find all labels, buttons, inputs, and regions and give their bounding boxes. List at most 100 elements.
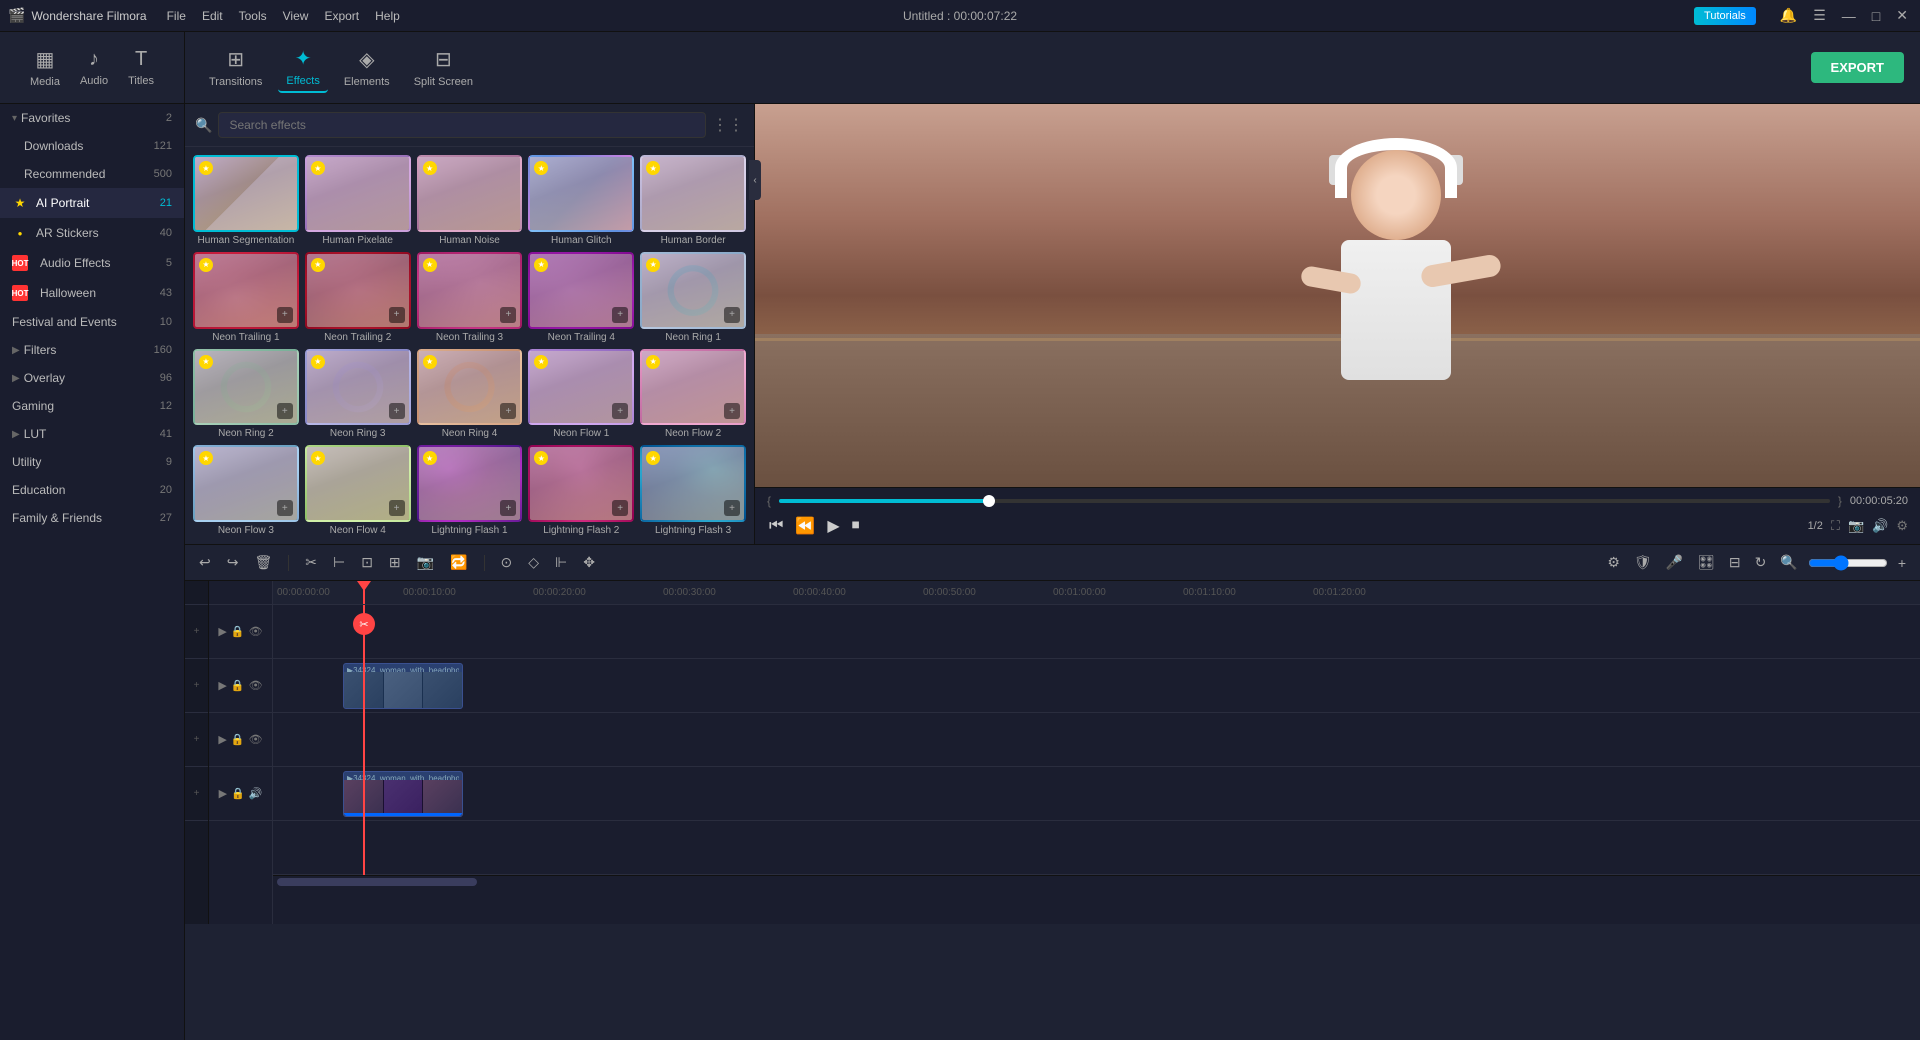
effect-item-12[interactable]: ★ + Neon Ring 3	[305, 349, 411, 440]
toolbar-audio[interactable]: ♪ Audio	[72, 44, 116, 91]
toolbar-transitions[interactable]: ⊞ Transitions	[201, 43, 270, 92]
toolbar-media[interactable]: ▦ Media	[22, 43, 68, 92]
collapse-panel-btn[interactable]: ‹	[749, 160, 761, 200]
track-3-eye-btn[interactable]: 👁	[249, 733, 263, 746]
horizontal-scrollbar[interactable]	[273, 875, 1920, 887]
timeline-clip-2[interactable]: ▶ 34324_woman_with_headpho	[343, 771, 463, 817]
sidebar-item-education[interactable]: Education 20	[0, 476, 184, 504]
sidebar-item-downloads[interactable]: Downloads 121	[0, 132, 184, 160]
effect-item-8[interactable]: ★ + Neon Trailing 3	[417, 252, 523, 343]
timeline-split-view-button[interactable]: ⊟	[1725, 552, 1745, 573]
effect-item-4[interactable]: ★ Human Glitch	[528, 155, 634, 246]
effect-item-15[interactable]: ★ + Neon Flow 2	[640, 349, 746, 440]
effect-item-17[interactable]: ★ + Neon Flow 4	[305, 445, 411, 536]
timeline-clip-1[interactable]: ▶ 34324_woman_with_headpho	[343, 663, 463, 709]
effect-item-2[interactable]: ★ Human Pixelate	[305, 155, 411, 246]
track-1-lock-btn[interactable]: 🔒	[231, 625, 245, 638]
effect-item-9[interactable]: ★ + Neon Trailing 4	[528, 252, 634, 343]
delete-button[interactable]: 🗑	[250, 552, 276, 573]
undo-button[interactable]: ↩	[195, 552, 215, 573]
sidebar-item-halloween[interactable]: HOT Halloween 43	[0, 278, 184, 308]
effect-item-10[interactable]: ★ + Neon Ring 1	[640, 252, 746, 343]
move-tool-button[interactable]: ✥	[579, 552, 599, 573]
timeline-zoom-slider[interactable]	[1808, 555, 1888, 571]
sidebar-item-ai-portrait[interactable]: ★ AI Portrait 21	[0, 188, 184, 218]
effect-item-5[interactable]: ★ Human Border	[640, 155, 746, 246]
toolbar-split-screen[interactable]: ⊟ Split Screen	[406, 43, 481, 92]
settings-icon[interactable]: ⚙	[1896, 518, 1908, 534]
timeline-zoom-button[interactable]: 🔍	[1776, 552, 1801, 573]
menu-view[interactable]: View	[283, 9, 309, 23]
timeline-mic-button[interactable]: 🎤	[1662, 552, 1687, 573]
volume-icon[interactable]: 🔊	[1872, 518, 1888, 534]
screenshot-icon[interactable]: 📷	[1848, 518, 1864, 534]
sidebar-item-lut[interactable]: ▶ LUT 41	[0, 420, 184, 448]
effect-item-1[interactable]: ★ Human Segmentation	[193, 155, 299, 246]
split-button[interactable]: ⊢	[329, 552, 349, 573]
redo-button[interactable]: ↪	[223, 552, 243, 573]
track-1-eye-btn[interactable]: 👁	[249, 625, 263, 638]
track-3-video-btn[interactable]: ▶	[218, 733, 226, 746]
menu-help[interactable]: Help	[375, 9, 400, 23]
track-1-video-btn[interactable]: ▶	[218, 625, 226, 638]
timeline-mix-button[interactable]: 🎛	[1693, 552, 1719, 573]
maximize-button[interactable]: □	[1868, 8, 1884, 24]
effect-item-20[interactable]: ★ + Lightning Flash 3	[640, 445, 746, 536]
timeline-content[interactable]: 00:00:00:00 00:00:10:00 00:00:20:00 00:0…	[273, 581, 1920, 924]
add-track-1-button[interactable]: +	[194, 626, 200, 637]
effect-item-6[interactable]: ★ + Neon Trailing 1	[193, 252, 299, 343]
effect-item-19[interactable]: ★ + Lightning Flash 2	[528, 445, 634, 536]
toolbar-titles[interactable]: T Titles	[120, 44, 162, 91]
grid-view-icon[interactable]: ⋮⋮	[712, 115, 744, 135]
sidebar-item-recommended[interactable]: Recommended 500	[0, 160, 184, 188]
timeline-loop2-button[interactable]: ↻	[1751, 552, 1771, 573]
snapshot-button[interactable]: 📷	[413, 552, 438, 573]
menu-file[interactable]: File	[167, 9, 186, 23]
track-3-lock-btn[interactable]: 🔒	[231, 733, 245, 746]
group-button[interactable]: ⊞	[385, 552, 405, 573]
add-track-3-button[interactable]: +	[194, 734, 200, 745]
timeline-shield-button[interactable]: 🛡	[1630, 552, 1656, 573]
toolbar-elements[interactable]: ◈ Elements	[336, 43, 398, 92]
fullscreen-icon[interactable]: ⛶	[1831, 518, 1840, 534]
sidebar-item-utility[interactable]: Utility 9	[0, 448, 184, 476]
track-2-eye-btn[interactable]: 👁	[249, 679, 263, 692]
effect-item-18[interactable]: ★ + Lightning Flash 1	[417, 445, 523, 536]
fit-timeline-button[interactable]: ⊙	[497, 552, 517, 573]
play-pause-button[interactable]: ▶	[825, 514, 841, 538]
menu-export[interactable]: Export	[324, 9, 359, 23]
effect-item-13[interactable]: ★ + Neon Ring 4	[417, 349, 523, 440]
crop-button[interactable]: ⊡	[357, 552, 377, 573]
menu-edit[interactable]: Edit	[202, 9, 223, 23]
sidebar-item-overlay[interactable]: ▶ Overlay 96	[0, 364, 184, 392]
scroll-thumb[interactable]	[277, 878, 477, 886]
minimize-button[interactable]: —	[1838, 8, 1860, 24]
sidebar-item-festival-events[interactable]: Festival and Events 10	[0, 308, 184, 336]
cut-button[interactable]: ✂	[301, 552, 321, 573]
close-button[interactable]: ✕	[1892, 7, 1912, 24]
effect-item-11[interactable]: ★ + Neon Ring 2	[193, 349, 299, 440]
menu-icon[interactable]: ☰	[1809, 7, 1830, 24]
add-track-2-button[interactable]: +	[194, 680, 200, 691]
menu-tools[interactable]: Tools	[239, 9, 267, 23]
notification-icon[interactable]: 🔔	[1776, 7, 1801, 24]
loop-button[interactable]: 🔁	[446, 552, 471, 573]
track-2-video-btn[interactable]: ▶	[218, 679, 226, 692]
effect-item-14[interactable]: ★ + Neon Flow 1	[528, 349, 634, 440]
align-button[interactable]: ⊩	[551, 552, 571, 573]
sidebar-item-family-friends[interactable]: Family & Friends 27	[0, 504, 184, 532]
step-back-button[interactable]: ⏪	[793, 514, 817, 538]
stop-button[interactable]: ⏹	[850, 515, 862, 537]
search-input[interactable]	[218, 112, 706, 138]
track-4-audio-btn[interactable]: ▶	[219, 787, 227, 800]
effect-item-16[interactable]: ★ + Neon Flow 3	[193, 445, 299, 536]
tutorials-button[interactable]: Tutorials	[1694, 7, 1756, 25]
sidebar-item-favorites[interactable]: ▾ Favorites 2	[0, 104, 184, 132]
timeline-zoom-in-button[interactable]: +	[1894, 553, 1910, 573]
add-track-4-button[interactable]: +	[194, 788, 200, 799]
sidebar-item-audio-effects[interactable]: HOT Audio Effects 5	[0, 248, 184, 278]
sidebar-item-gaming[interactable]: Gaming 12	[0, 392, 184, 420]
track-4-lock-btn[interactable]: 🔒	[231, 787, 245, 800]
sidebar-item-filters[interactable]: ▶ Filters 160	[0, 336, 184, 364]
toolbar-effects[interactable]: ✦ Effects	[278, 42, 327, 93]
